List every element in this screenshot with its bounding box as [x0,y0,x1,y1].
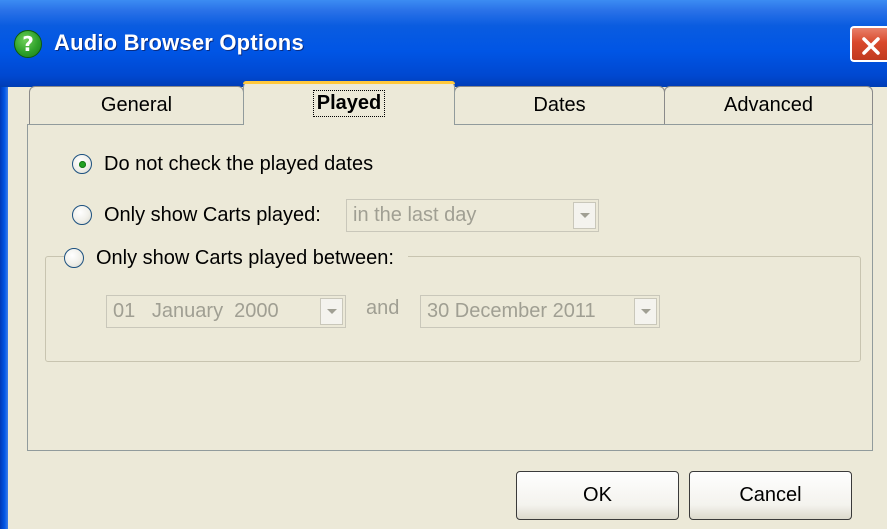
close-x-icon [862,37,880,55]
question-mark-icon: ? [14,30,42,58]
radio-show-played-label: Only show Carts played: [104,203,321,226]
radio-between[interactable] [64,248,84,268]
chevron-down-icon[interactable] [573,202,596,229]
tab-general-label: General [100,94,173,116]
radio-row-show-played[interactable]: Only show Carts played: [72,203,321,227]
start-date-picker[interactable]: 01 January 2000 [106,295,346,328]
start-date-value: 01 January 2000 [113,300,279,322]
chevron-down-icon[interactable] [320,298,343,325]
radio-show-played[interactable] [72,205,92,225]
chevron-down-icon[interactable] [634,298,657,325]
tab-advanced[interactable]: Advanced [664,86,873,124]
end-date-value: 30 December 2011 [427,300,596,322]
played-period-value: in the last day [353,204,477,226]
window-title: Audio Browser Options [54,30,304,55]
tab-played-label: Played [312,90,386,117]
tab-dates-label: Dates [533,94,586,116]
tab-general[interactable]: General [29,86,244,124]
tab-played[interactable]: Played [243,81,455,125]
played-period-select[interactable]: in the last day [346,199,599,232]
and-label: and [366,297,400,319]
close-button[interactable] [850,26,887,62]
radio-between-label: Only show Carts played between: [96,246,394,269]
title-bar[interactable]: ? Audio Browser Options [0,0,887,87]
cancel-button[interactable]: Cancel [689,471,852,520]
tab-advanced-label: Advanced [724,94,813,116]
end-date-picker[interactable]: 30 December 2011 [420,295,660,328]
radio-no-check[interactable] [72,154,92,174]
radio-row-between[interactable]: Only show Carts played between: [64,246,408,270]
tab-dates[interactable]: Dates [454,86,665,124]
ok-button[interactable]: OK [516,471,679,520]
radio-row-no-check[interactable]: Do not check the played dates [72,152,373,176]
window-frame-left [0,87,8,529]
radio-no-check-label: Do not check the played dates [104,152,374,175]
